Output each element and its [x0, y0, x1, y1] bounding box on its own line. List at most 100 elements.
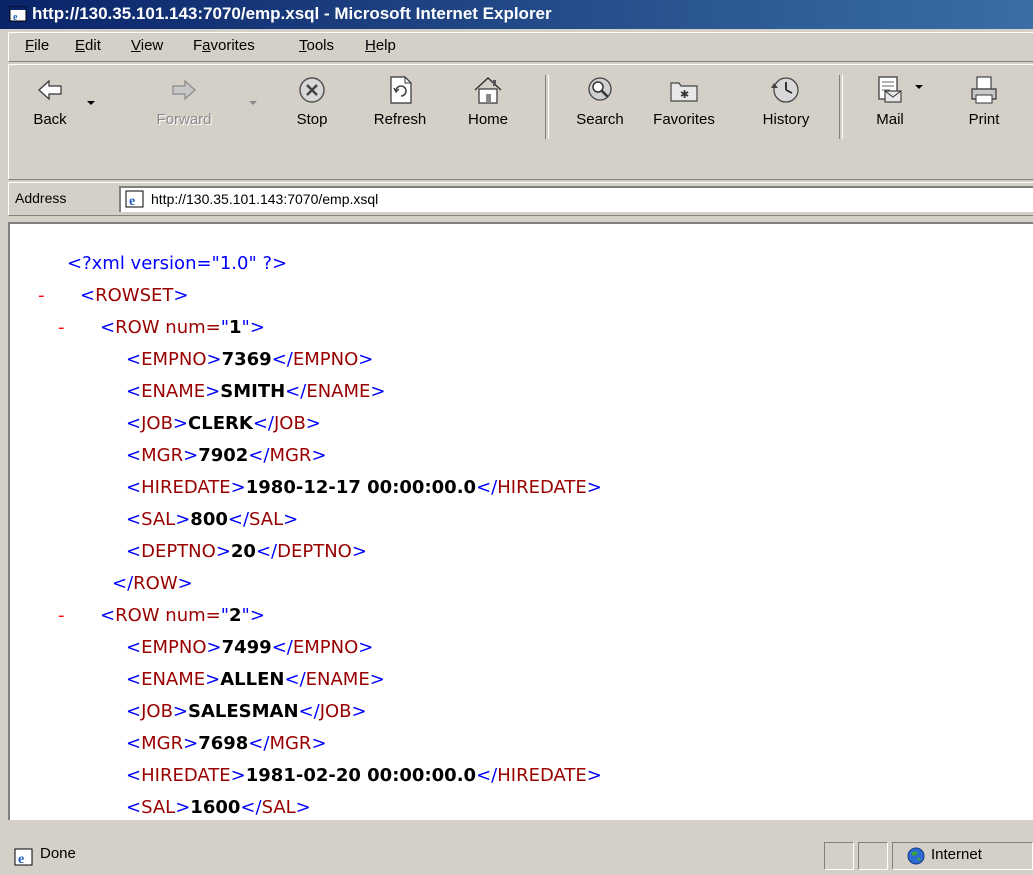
bracket: </	[271, 637, 293, 658]
bracket: </	[112, 573, 134, 594]
bracket: >	[205, 381, 221, 402]
window-title: http://130.35.101.143:7070/emp.xsql - Mi…	[32, 4, 552, 23]
security-zone-label: Internet	[931, 846, 982, 863]
bracket: >	[175, 797, 191, 818]
tag-name: EMPNO	[292, 349, 359, 370]
bracket: >	[351, 701, 367, 722]
bracket: ">	[241, 605, 265, 626]
element-value: 1980-12-17 00:00:00.0	[245, 477, 477, 498]
title-bar[interactable]: e http://130.35.101.143:7070/emp.xsql - …	[0, 0, 1033, 29]
history-button[interactable]: History	[751, 73, 821, 147]
xml-element-line: <SAL>800</SAL>	[126, 504, 298, 536]
element-value: 7698	[198, 733, 249, 754]
tag-name: ENAME	[306, 381, 371, 402]
bracket: >	[311, 445, 327, 466]
mail-icon	[878, 76, 902, 103]
bracket: >	[175, 509, 191, 530]
menu-bar: File Edit View Favorites Tools Help	[8, 32, 1033, 62]
menu-edit[interactable]: Edit	[75, 37, 101, 54]
address-bar: Address e http://130.35.101.143:7070/emp…	[8, 182, 1033, 216]
address-url: http://130.35.101.143:7070/emp.xsql	[151, 191, 379, 207]
xml-declaration: <?xml version="1.0" ?>	[67, 248, 287, 280]
status-pane	[824, 842, 854, 870]
tag-name: ENAME	[141, 381, 206, 402]
menu-file[interactable]: File	[25, 37, 49, 54]
favorites-button[interactable]: ✱ Favorites	[649, 73, 719, 147]
ie-page-icon: e	[14, 848, 33, 866]
collapse-toggle[interactable]: -	[58, 312, 88, 344]
bracket: <	[126, 669, 142, 690]
tag-name: EMPNO	[141, 637, 207, 658]
bracket: >	[586, 765, 602, 786]
forward-button[interactable]: Forward	[149, 73, 219, 147]
bracket: </	[271, 349, 293, 370]
bracket: <	[126, 413, 142, 434]
bracket: <	[126, 541, 142, 562]
tag-name: HIREDATE	[497, 765, 587, 786]
bracket: ">	[241, 317, 265, 338]
ie-page-icon: e	[9, 6, 27, 22]
bracket: </	[248, 445, 270, 466]
xml-element-line: <HIREDATE>1981-02-20 00:00:00.0</HIREDAT…	[126, 760, 602, 792]
bracket: <	[126, 797, 142, 818]
forward-dropdown-arrow[interactable]	[249, 101, 257, 105]
address-label: Address	[15, 190, 67, 206]
stop-button[interactable]: Stop	[277, 73, 347, 147]
quote: "	[220, 605, 230, 626]
xml-element-line: <EMPNO>7499</EMPNO>	[126, 632, 373, 664]
bracket: >	[358, 637, 374, 658]
bracket: <	[126, 381, 142, 402]
address-input[interactable]: e http://130.35.101.143:7070/emp.xsql	[119, 186, 1033, 212]
tag-name: MGR	[141, 733, 184, 754]
svg-text:e: e	[129, 194, 135, 208]
bracket: >	[230, 477, 246, 498]
bracket: >	[586, 477, 602, 498]
bracket: <	[100, 317, 116, 338]
bracket: </	[240, 797, 262, 818]
xml-element-line: <MGR>7902</MGR>	[126, 440, 327, 472]
favorites-folder-icon: ✱	[670, 82, 698, 102]
back-button[interactable]: Back	[15, 73, 85, 147]
element-value: CLERK	[188, 413, 253, 434]
bracket: </	[284, 669, 306, 690]
toolbar-separator	[839, 75, 843, 139]
tag-name: ROW	[133, 573, 178, 594]
bracket: >	[305, 413, 321, 434]
bracket: >	[358, 349, 374, 370]
bracket: </	[248, 733, 270, 754]
page-content[interactable]: <?xml version="1.0" ?> - <ROWSET> - <ROW num…	[8, 222, 1033, 820]
menu-help[interactable]: Help	[365, 37, 396, 54]
bracket: <	[126, 509, 142, 530]
tag-name: ENAME	[141, 669, 206, 690]
element-value: 7369	[221, 349, 272, 370]
xml-element-line: <HIREDATE>1980-12-17 00:00:00.0</HIREDAT…	[126, 472, 602, 504]
collapse-toggle[interactable]: -	[58, 600, 88, 632]
bracket: </	[285, 381, 307, 402]
menu-favorites[interactable]: Favorites	[193, 37, 255, 54]
bracket: >	[183, 733, 199, 754]
tag-name: DEPTNO	[277, 541, 352, 562]
tag-name: JOB	[319, 701, 352, 722]
menu-tools[interactable]: Tools	[299, 37, 334, 54]
print-button[interactable]: Print	[949, 73, 1019, 147]
menu-view[interactable]: View	[131, 37, 163, 54]
back-dropdown-arrow[interactable]	[87, 101, 95, 105]
bracket: </	[227, 509, 250, 530]
bracket: >	[172, 413, 189, 434]
bracket: <	[126, 733, 142, 754]
tag-name: HIREDATE	[141, 477, 231, 498]
element-value: SALESMAN	[188, 701, 299, 722]
tag-name: SAL	[141, 797, 176, 818]
element-value: ALLEN	[220, 669, 285, 690]
bracket: </	[252, 413, 274, 434]
home-button[interactable]: Home	[453, 73, 523, 147]
stop-icon	[299, 77, 325, 103]
mail-dropdown-arrow[interactable]	[915, 85, 923, 89]
refresh-button[interactable]: Refresh	[365, 73, 435, 147]
search-button[interactable]: Search	[565, 73, 635, 147]
collapse-toggle[interactable]: -	[38, 280, 68, 312]
back-arrow-icon	[38, 79, 62, 101]
bracket: >	[370, 381, 386, 402]
tag-name: DEPTNO	[141, 541, 216, 562]
bracket: >	[215, 541, 231, 562]
